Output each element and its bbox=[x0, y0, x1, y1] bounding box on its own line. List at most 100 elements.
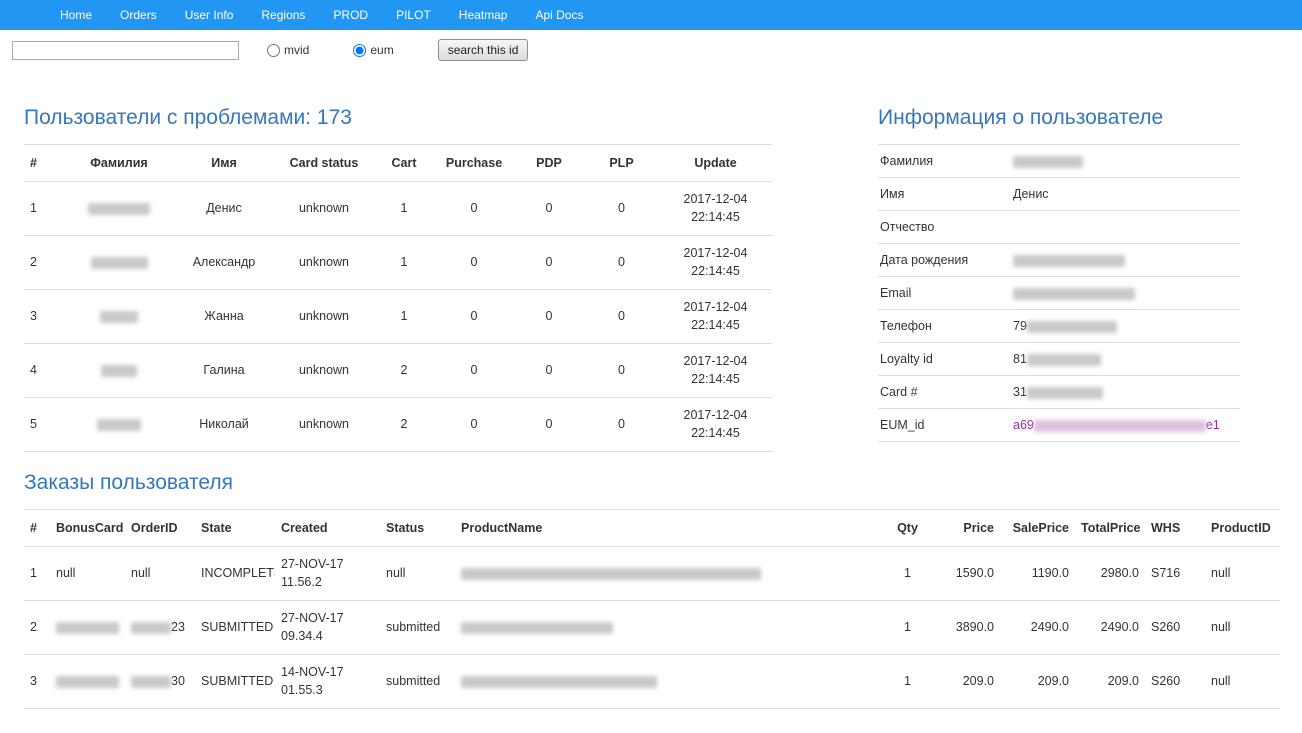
redacted-surname bbox=[101, 364, 137, 377]
col-header-bonus-card: BonusCard bbox=[50, 509, 125, 548]
info-row-email: Email bbox=[878, 277, 1240, 311]
nav-item-prod[interactable]: PROD bbox=[319, 0, 382, 30]
cell-purchase: 0 bbox=[434, 289, 514, 345]
cell-order-id: 23 bbox=[125, 600, 195, 656]
col-header-surname: Фамилия bbox=[64, 144, 174, 183]
cell-card-status: unknown bbox=[274, 235, 374, 291]
nav-item-heatmap[interactable]: Heatmap bbox=[445, 0, 522, 30]
cell-product-name bbox=[455, 654, 885, 710]
eum-id-suffix: e1 bbox=[1205, 418, 1220, 433]
search-button[interactable]: search this id bbox=[437, 39, 529, 61]
table-row: 2 Александр unknown 1 0 0 0 2017-12-04 2… bbox=[24, 235, 772, 291]
col-header-created: Created bbox=[275, 509, 380, 548]
cell-total-price: 209.0 bbox=[1075, 654, 1145, 710]
nav-item-api-docs[interactable]: Api Docs bbox=[521, 0, 597, 30]
info-value: 31 bbox=[1013, 385, 1238, 399]
cell-plp: 0 bbox=[584, 235, 659, 291]
col-header-card-status: Card status bbox=[274, 144, 374, 183]
cell-status: submitted bbox=[380, 600, 455, 656]
cell-name: Жанна bbox=[174, 289, 274, 345]
cell-name: Денис bbox=[174, 181, 274, 237]
redacted-value bbox=[1013, 254, 1125, 267]
cell-num: 5 bbox=[24, 397, 64, 453]
redacted-value bbox=[1026, 320, 1117, 333]
info-row-surname: Фамилия bbox=[878, 145, 1240, 179]
cell-plp: 0 bbox=[584, 343, 659, 399]
cell-pdp: 0 bbox=[514, 343, 584, 399]
info-row-card-number: Card # 31 bbox=[878, 376, 1240, 410]
cell-product-id: null bbox=[1205, 654, 1280, 710]
cell-plp: 0 bbox=[584, 181, 659, 237]
cell-surname bbox=[64, 181, 174, 237]
search-bar: mvid eum search this id bbox=[0, 30, 1302, 71]
search-input[interactable] bbox=[12, 40, 239, 60]
info-label: EUM_id bbox=[880, 418, 925, 433]
mvid-radio[interactable] bbox=[267, 43, 280, 57]
nav-item-user-info[interactable]: User Info bbox=[171, 0, 248, 30]
cell-card-status: unknown bbox=[274, 397, 374, 453]
info-value: 79 bbox=[1013, 319, 1238, 333]
cell-cart: 2 bbox=[374, 397, 434, 453]
redacted-value bbox=[1026, 386, 1103, 399]
orders-table: # BonusCard OrderID State Created Status… bbox=[24, 509, 1280, 710]
cell-product-name bbox=[455, 600, 885, 656]
info-row-phone: Телефон 79 bbox=[878, 310, 1240, 344]
cell-update: 2017-12-04 22:14:45 bbox=[659, 235, 772, 291]
nav-item-home[interactable]: Home bbox=[46, 0, 106, 30]
cell-cart: 1 bbox=[374, 235, 434, 291]
content: Пользователи с проблемами: 173 # Фамилия… bbox=[0, 105, 1302, 733]
cell-surname bbox=[64, 289, 174, 345]
cell-whs: S716 bbox=[1145, 546, 1205, 602]
cell-num: 3 bbox=[24, 289, 64, 345]
table-header-row: # BonusCard OrderID State Created Status… bbox=[24, 509, 1280, 548]
cell-created: 27-NOV-17 09.34.4 bbox=[275, 600, 380, 656]
nav-item-orders[interactable]: Orders bbox=[106, 0, 171, 30]
cell-name: Александр bbox=[174, 235, 274, 291]
top-nav: Home Orders User Info Regions PROD PILOT… bbox=[0, 0, 1302, 30]
cell-num: 1 bbox=[24, 181, 64, 237]
eum-radio-label: eum bbox=[370, 43, 394, 57]
cell-num: 4 bbox=[24, 343, 64, 399]
col-header-product-id: ProductID bbox=[1205, 509, 1280, 548]
problem-users-section: Пользователи с проблемами: 173 # Фамилия… bbox=[24, 105, 772, 453]
cell-product-id: null bbox=[1205, 600, 1280, 656]
info-row-birthdate: Дата рождения bbox=[878, 244, 1240, 278]
cell-plp: 0 bbox=[584, 397, 659, 453]
cell-purchase: 0 bbox=[434, 397, 514, 453]
col-header-cart: Cart bbox=[374, 144, 434, 183]
cell-bonus-card bbox=[50, 654, 125, 710]
nav-item-pilot[interactable]: PILOT bbox=[382, 0, 445, 30]
cell-created: 14-NOV-17 01.55.3 bbox=[275, 654, 380, 710]
col-header-purchase: Purchase bbox=[434, 144, 514, 183]
cell-state: SUBMITTED bbox=[195, 600, 275, 656]
col-header-whs: WHS bbox=[1145, 509, 1205, 548]
info-row-middlename: Отчество bbox=[878, 211, 1240, 245]
info-value: Денис bbox=[1013, 187, 1049, 202]
cell-card-status: unknown bbox=[274, 289, 374, 345]
cell-num: 3 bbox=[24, 654, 50, 710]
cell-status: null bbox=[380, 546, 455, 602]
redacted-product-name bbox=[461, 621, 613, 634]
radio-option-eum[interactable]: eum bbox=[353, 43, 394, 57]
eum-radio[interactable] bbox=[353, 43, 367, 57]
cell-purchase: 0 bbox=[434, 235, 514, 291]
cell-num: 2 bbox=[24, 235, 64, 291]
radio-option-mvid[interactable]: mvid bbox=[267, 43, 309, 57]
col-header-price: Price bbox=[930, 509, 1000, 548]
cell-status: submitted bbox=[380, 654, 455, 710]
cell-price: 1590.0 bbox=[930, 546, 1000, 602]
info-value bbox=[1013, 154, 1238, 168]
info-value bbox=[1013, 286, 1238, 300]
col-header-status: Status bbox=[380, 509, 455, 548]
cell-sale-price: 209.0 bbox=[1000, 654, 1075, 710]
nav-item-regions[interactable]: Regions bbox=[247, 0, 319, 30]
orders-title: Заказы пользователя bbox=[24, 471, 233, 495]
col-header-state: State bbox=[195, 509, 275, 548]
col-header-sale-price: SalePrice bbox=[1000, 509, 1075, 548]
cell-cart: 1 bbox=[374, 181, 434, 237]
col-header-update: Update bbox=[659, 144, 772, 183]
table-row: 2 23 SUBMITTED 27-NOV-17 09.34.4 submitt… bbox=[24, 600, 1280, 656]
redacted-order-id bbox=[131, 675, 171, 688]
cell-qty: 1 bbox=[885, 600, 930, 656]
cell-name: Галина bbox=[174, 343, 274, 399]
